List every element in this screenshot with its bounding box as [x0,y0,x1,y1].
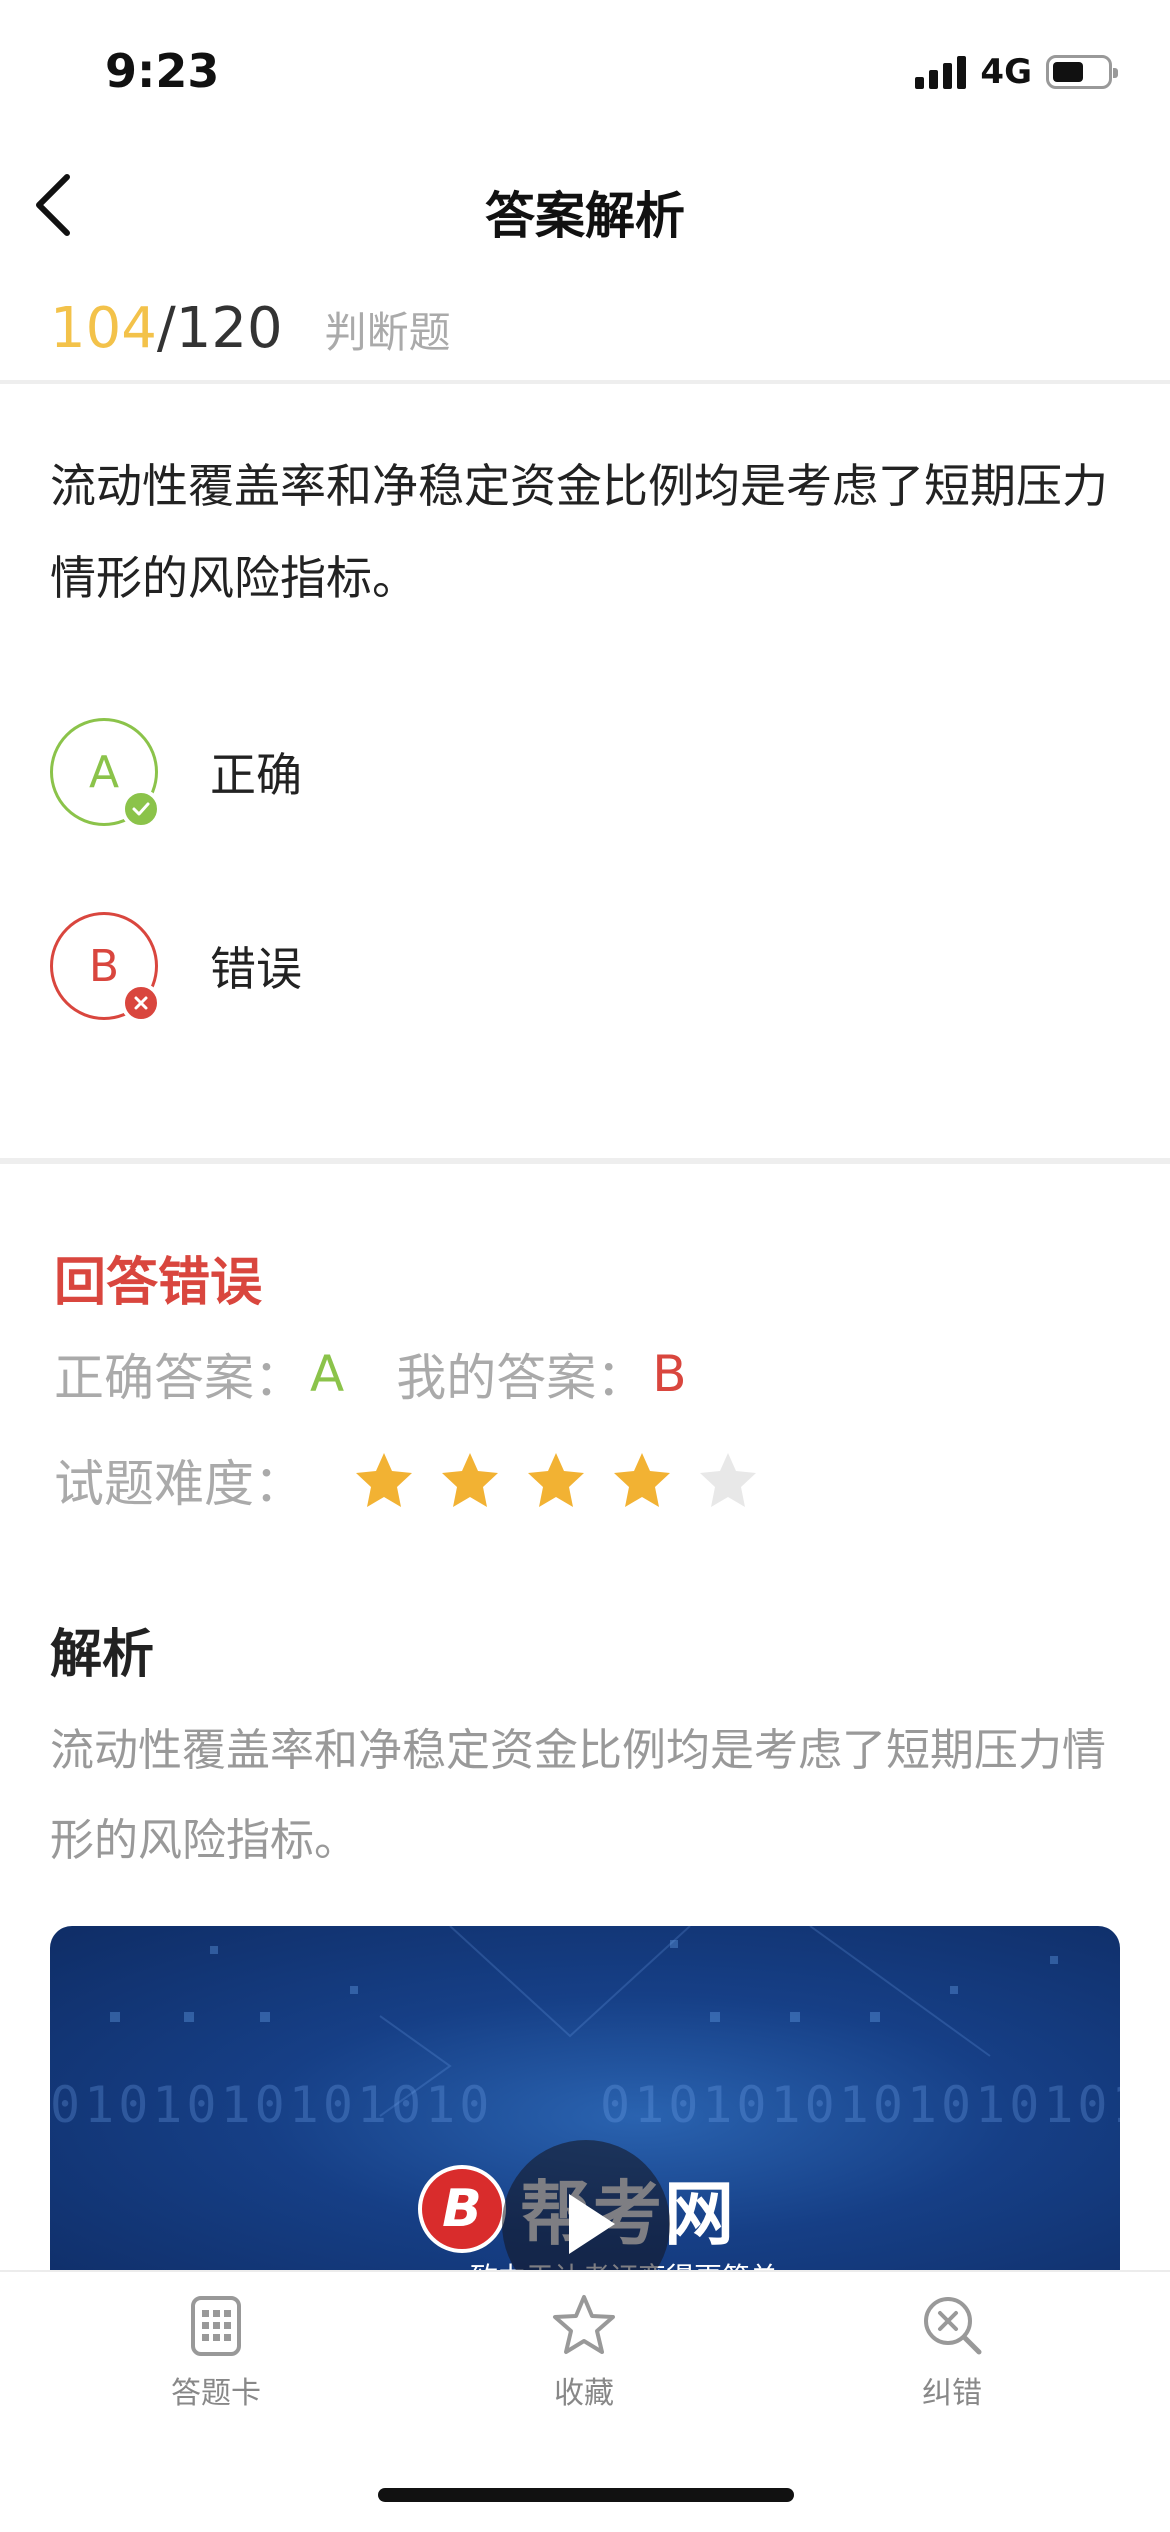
answer-row: 正确答案： A 我的答案： B [54,1338,687,1410]
home-indicator [378,2488,794,2502]
correct-answer-value: A [310,1345,345,1403]
option-a-circle: A [50,718,161,829]
analysis-text: 流动性覆盖率和净稳定资金比例均是考虑了短期压力情形的风险指标。 [50,1725,1106,1866]
progress-total: /120 [156,296,283,361]
result-title: 回答错误 [54,1253,263,1313]
status-bar: 9:23 4G [0,0,1170,150]
tab-report-error-label: 纠错 [922,2376,982,2411]
battery-level [1053,62,1084,82]
nav-bar: 答案解析 [0,150,1170,260]
option-b[interactable]: B 错误 [50,912,302,1023]
question-text: 流动性覆盖率和净稳定资金比例均是考虑了短期压力情形的风险指标。 [50,459,1108,605]
star-filled-icon [442,1453,498,1507]
my-answer-value: B [652,1345,687,1403]
tab-report-error[interactable]: 纠错 [852,2292,1052,2412]
cross-icon [121,983,161,1023]
answer-card-icon [191,2296,241,2356]
analysis-title: 解析 [50,1625,155,1685]
my-answer-label: 我的答案： [396,1349,647,1407]
battery-icon [1046,55,1118,89]
check-icon [121,789,161,829]
star-filled-icon [356,1453,412,1507]
difficulty-label: 试题难度： [54,1455,304,1513]
section-divider [0,1158,1170,1164]
error-correction-icon [924,2297,982,2355]
brand-logo-mark: B [418,2164,506,2253]
question-type: 判断题 [324,308,451,357]
option-a[interactable]: A 正确 [50,718,302,829]
status-time: 9:23 [105,44,220,98]
tab-answer-card[interactable]: 答题卡 [116,2292,316,2412]
question-progress: 104 /120 判断题 [50,296,451,366]
tab-favorite[interactable]: 收藏 [484,2292,684,2412]
difficulty-stars [354,1450,758,1510]
video-player[interactable]: 0101010101010 0101010101010101 B 帮考网 致力于… [50,1926,1120,2272]
star-icon [553,2295,615,2354]
video-bits-right: 0101010101010101 [600,2076,1120,2134]
signal-icon [915,55,967,89]
star-filled-icon [528,1453,584,1507]
status-indicators: 4G [915,52,1118,92]
option-b-letter: B [88,940,120,992]
divider [0,380,1170,384]
network-type: 4G [980,52,1032,92]
difficulty-row: 试题难度： [54,1444,758,1516]
option-a-letter: A [88,746,120,798]
star-filled-icon [614,1453,670,1507]
tab-favorite-label: 收藏 [554,2376,614,2411]
star-empty-icon [700,1453,756,1507]
option-a-label: 正确 [210,748,302,802]
tab-answer-card-label: 答题卡 [171,2376,261,2411]
progress-current: 104 [50,296,157,361]
option-b-circle: B [50,912,161,1023]
play-icon [569,2194,615,2254]
option-b-label: 错误 [210,942,302,996]
video-bits-left: 0101010101010 [50,2076,494,2134]
correct-answer-label: 正确答案： [54,1349,304,1407]
page-title: 答案解析 [485,187,685,245]
